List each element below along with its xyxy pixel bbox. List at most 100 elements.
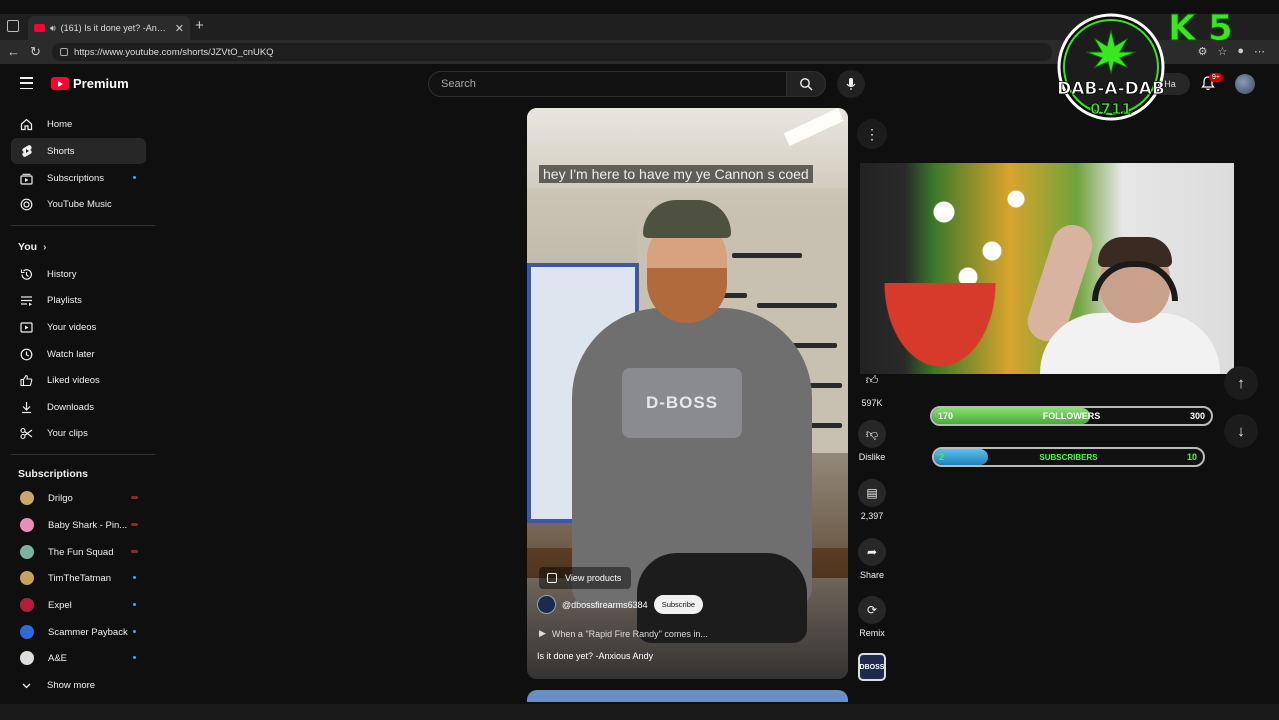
window-menu-icon[interactable]	[7, 20, 19, 32]
menu-icon[interactable]	[20, 77, 33, 89]
sidebar-item-shorts[interactable]: Shorts	[11, 138, 146, 164]
more-icon[interactable]: ⋯	[1254, 45, 1265, 58]
browser-tab[interactable]: 🔊︎ (161) Is it done yet? -Anxiou... ✕	[28, 16, 190, 40]
sidebar-subscription-item[interactable]: Drilgo	[11, 485, 146, 511]
dislike-button[interactable]: 👎︎ Dislike	[852, 420, 892, 462]
previous-short-button[interactable]: ↑	[1224, 366, 1258, 400]
url-field[interactable]: https://www.youtube.com/shorts/JZVtO_cnU…	[52, 43, 1052, 61]
more-options-button[interactable]: ⋮	[857, 119, 887, 149]
sidebar-item-label: History	[47, 268, 77, 280]
show-more-button[interactable]: Show more	[11, 672, 146, 698]
channel-avatar	[20, 545, 34, 559]
search-button[interactable]	[786, 71, 826, 97]
playlists-icon	[20, 294, 33, 307]
comment-count: 2,397	[860, 511, 884, 521]
comments-button[interactable]: ▤ 2,397	[852, 479, 892, 521]
sidebar-item-label: Watch later	[47, 348, 95, 360]
sidebar-item-label: Scammer Payback	[48, 626, 128, 638]
you-section-header[interactable]: You ›	[18, 241, 46, 253]
sidebar-item-subscriptions[interactable]: Subscriptions	[11, 165, 146, 191]
linked-video-title: When a "Rapid Fire Randy" comes in...	[551, 628, 708, 639]
remix-button[interactable]: ⟳ Remix	[852, 596, 892, 638]
channel-handle[interactable]: @dbossfirearms6384	[562, 600, 648, 610]
watch-later-icon	[20, 348, 33, 361]
sidebar-item-label: Home	[47, 118, 73, 130]
audio-playing-icon[interactable]: 🔊︎	[50, 23, 56, 34]
sidebar-item-watch-later[interactable]: Watch later	[11, 341, 146, 367]
subscribe-button[interactable]: Subscribe	[653, 595, 704, 614]
voice-search-button[interactable]	[837, 70, 865, 98]
new-content-dot	[133, 603, 136, 606]
followers-goal-bar: 170 FOLLOWERS 300	[930, 406, 1213, 426]
bottom-border	[0, 704, 1279, 720]
sidebar-item-youtube-music[interactable]: YouTube Music	[11, 191, 146, 217]
channel-avatar	[20, 625, 34, 639]
new-tab-button[interactable]: +	[195, 17, 204, 34]
sidebar-item-label: Liked videos	[47, 374, 100, 386]
sidebar-subscription-item[interactable]: Baby Shark - Pin...	[11, 512, 146, 538]
next-short-button[interactable]: ↓	[1224, 414, 1258, 448]
next-short-preview[interactable]	[527, 690, 848, 702]
sidebar-subscription-item[interactable]: Scammer Payback	[11, 619, 146, 645]
subscribers-goal: 10	[1186, 452, 1197, 462]
tab-close-icon[interactable]: ✕	[175, 22, 184, 35]
audio-source-thumbnail[interactable]: DBOSS	[858, 653, 886, 681]
url-text: https://www.youtube.com/shorts/JZVtO_cnU…	[74, 46, 274, 58]
sidebar-subscription-item[interactable]: TimTheTatman	[11, 565, 146, 591]
sidebar-item-playlists[interactable]: Playlists	[11, 287, 146, 313]
view-products-button[interactable]: View products	[539, 567, 632, 589]
sidebar-subscription-item[interactable]: The Fun Squad	[11, 539, 146, 565]
logo-top-text: DAB-A-DAB	[1057, 79, 1165, 99]
sidebar-subscription-item[interactable]: Expel	[11, 592, 146, 618]
reload-icon[interactable]: ↻	[30, 44, 41, 60]
subscriptions-section-title: Subscriptions	[18, 468, 89, 480]
share-button[interactable]: ➦ Share	[852, 538, 892, 580]
channel-avatar	[20, 571, 34, 585]
site-info-icon[interactable]	[60, 48, 68, 56]
back-icon[interactable]: ←	[7, 44, 20, 59]
home-icon	[20, 118, 33, 131]
streamer-webcam-overlay	[860, 163, 1234, 374]
search-icon	[800, 78, 813, 91]
sidebar-item-downloads[interactable]: Downloads	[11, 394, 146, 420]
sidebar-item-label: Subscriptions	[47, 172, 105, 184]
subscriptions-icon	[20, 172, 33, 185]
clips-icon	[20, 427, 33, 440]
logo-bottom-text: 0711	[1090, 100, 1132, 118]
sidebar-item-your-videos[interactable]: Your videos	[11, 314, 146, 340]
sidebar-subscription-item[interactable]: A&E	[11, 645, 146, 671]
account-avatar[interactable]	[1235, 74, 1255, 94]
k5-logo: K5	[1168, 8, 1245, 50]
linked-video[interactable]: ▶ When a "Rapid Fire Randy" comes in...	[539, 628, 708, 639]
more-vertical-icon: ⋮	[865, 125, 879, 142]
sidebar-item-label: YouTube Music	[47, 198, 112, 210]
you-title: You	[18, 241, 38, 253]
your-videos-icon	[20, 321, 33, 334]
shorts-video-player[interactable]: D-BOSS hey I'm here to have my ye Cannon…	[527, 108, 848, 679]
sidebar-item-your-clips[interactable]: Your clips	[11, 420, 146, 446]
sidebar-item-home[interactable]: Home	[11, 111, 146, 137]
comment-icon: ▤	[858, 479, 886, 507]
sidebar-item-history[interactable]: History	[11, 261, 146, 287]
live-indicator-icon	[131, 550, 138, 553]
live-indicator-icon	[131, 496, 138, 499]
sidebar-item-label: Playlists	[47, 294, 82, 306]
channel-row: @dbossfirearms6384 Subscribe	[537, 595, 704, 614]
streamer-person	[1020, 219, 1220, 374]
subscribers-label: SUBSCRIBERS	[1039, 452, 1098, 462]
search-input[interactable]: Search	[428, 71, 787, 97]
channel-avatar	[20, 491, 34, 505]
like-icon	[20, 374, 33, 387]
sidebar-item-label: Downloads	[47, 401, 94, 413]
youtube-logo[interactable]: Premium	[51, 76, 129, 91]
notification-badge: 9+	[1209, 73, 1223, 82]
shirt-logo: D-BOSS	[622, 368, 742, 438]
chevron-right-icon: ›	[43, 241, 47, 253]
channel-avatar[interactable]	[537, 595, 556, 614]
view-products-label: View products	[565, 573, 622, 583]
short-title[interactable]: Is it done yet? -Anxious Andy	[537, 651, 653, 661]
sidebar-item-liked-videos[interactable]: Liked videos	[11, 367, 146, 393]
sidebar-item-label: A&E	[48, 652, 68, 664]
channel-avatar	[20, 598, 34, 612]
logo-text: Premium	[73, 76, 129, 91]
